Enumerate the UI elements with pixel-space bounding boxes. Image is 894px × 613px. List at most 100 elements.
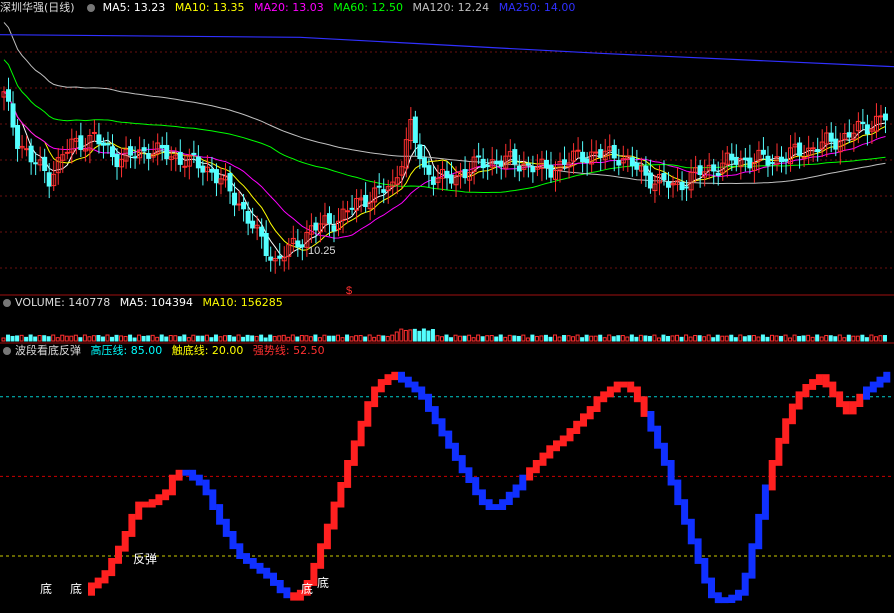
candle-body — [417, 144, 423, 160]
volume-bar — [313, 334, 318, 342]
volume-bar — [706, 334, 711, 342]
volume-bar — [100, 336, 105, 342]
volume-bar — [598, 334, 603, 342]
oscillator-bar — [788, 403, 796, 425]
oscillator-bar — [708, 577, 715, 599]
volume-bar — [625, 336, 630, 342]
volume-bar — [204, 334, 209, 342]
candle-body — [6, 89, 12, 102]
candle-body — [191, 152, 197, 155]
volume-bar — [123, 335, 128, 342]
volume-bar — [295, 336, 300, 342]
candle-body — [476, 155, 482, 158]
volume-bar — [381, 335, 386, 342]
volume-bar — [10, 335, 15, 342]
volume-bar — [182, 334, 187, 342]
volume-bar — [869, 334, 874, 342]
oscillator-bar — [438, 418, 446, 437]
volume-bar — [128, 334, 133, 342]
stock-title: 深圳华强(日线) — [0, 1, 75, 14]
volume-label: VOLUME: 140778 — [15, 296, 111, 309]
volume-bar — [715, 334, 720, 342]
candle-body — [516, 166, 522, 172]
volume-bar — [322, 334, 327, 342]
settings-dot-icon[interactable] — [3, 347, 11, 355]
volume-ma5-label: MA5: 104394 — [119, 296, 193, 309]
volume-bar — [241, 336, 246, 342]
volume-bar — [688, 336, 693, 342]
settings-dot-icon[interactable] — [3, 299, 11, 307]
candle-body — [100, 142, 106, 146]
settings-dot-icon[interactable] — [87, 4, 96, 12]
indicator-header: 波段看底反弹 高压线: 85.00 触底线: 20.00 强势线: 52.50 — [0, 343, 894, 359]
candle-body — [33, 162, 39, 165]
volume-bar — [815, 334, 820, 342]
candle-body — [512, 149, 518, 165]
oscillator-bar — [317, 543, 325, 569]
volume-bar — [864, 337, 869, 342]
oscillator-bar — [849, 401, 857, 415]
oscillator-bar — [748, 543, 756, 579]
candle-body — [381, 189, 387, 193]
volume-bar — [607, 334, 612, 342]
oscillator-bar — [155, 494, 163, 506]
candle-body — [575, 149, 581, 152]
volume-bar — [611, 336, 616, 342]
oscillator-bar — [647, 411, 655, 432]
volume-bar — [96, 335, 101, 342]
volume-bar — [326, 335, 331, 342]
volume-bar — [358, 335, 363, 342]
candle-body — [430, 176, 436, 185]
oscillator-bar — [640, 396, 648, 417]
volume-bar — [1, 337, 6, 342]
candle-body — [684, 186, 690, 189]
oscillator-bar — [667, 460, 675, 486]
volume-bar — [562, 335, 567, 342]
volume-bar — [399, 328, 404, 342]
volume-bar — [286, 336, 291, 342]
volume-bar — [647, 335, 652, 342]
oscillator-bar — [391, 371, 399, 381]
candle-body — [747, 157, 753, 169]
volume-bar — [860, 334, 865, 342]
oscillator-bar — [856, 393, 864, 407]
oscillator-bar — [559, 435, 567, 447]
candle-body — [331, 225, 337, 232]
volume-bar — [666, 335, 670, 342]
candle-body — [733, 156, 739, 165]
volume-bar — [580, 337, 585, 342]
volume-bar — [317, 337, 322, 342]
oscillator-bar — [546, 445, 554, 459]
volume-bar — [810, 336, 815, 342]
candle-body — [91, 131, 97, 134]
volume-bar — [638, 334, 643, 342]
volume-bar — [512, 335, 517, 342]
volume-bar — [37, 335, 42, 342]
volume-bar — [331, 335, 336, 342]
volume-bar — [340, 337, 345, 342]
volume-bar — [498, 334, 503, 342]
volume-bar — [489, 335, 494, 342]
ma20-label: MA20: 13.03 — [254, 1, 324, 14]
oscillator-bar — [580, 413, 587, 427]
rebound-label: 反弹 — [133, 552, 157, 566]
oscillator-bar — [606, 386, 614, 398]
volume-bar — [806, 334, 811, 342]
candle-body — [349, 207, 355, 210]
volume-bar — [372, 336, 377, 342]
oscillator-bar — [768, 460, 776, 491]
oscillator-bar — [263, 567, 271, 579]
candle-body — [629, 157, 635, 167]
candle-body — [801, 156, 807, 159]
candle-body — [326, 213, 332, 224]
volume-bar — [132, 337, 137, 342]
volume-bar — [150, 334, 155, 342]
volume-bar — [833, 336, 838, 342]
volume-bar — [503, 336, 508, 342]
oscillator-bar — [566, 428, 574, 442]
volume-bar — [634, 336, 639, 342]
oscillator-bar — [384, 374, 392, 385]
volume-bar — [232, 336, 237, 342]
volume-bar — [290, 334, 295, 342]
candle-body — [177, 151, 183, 165]
